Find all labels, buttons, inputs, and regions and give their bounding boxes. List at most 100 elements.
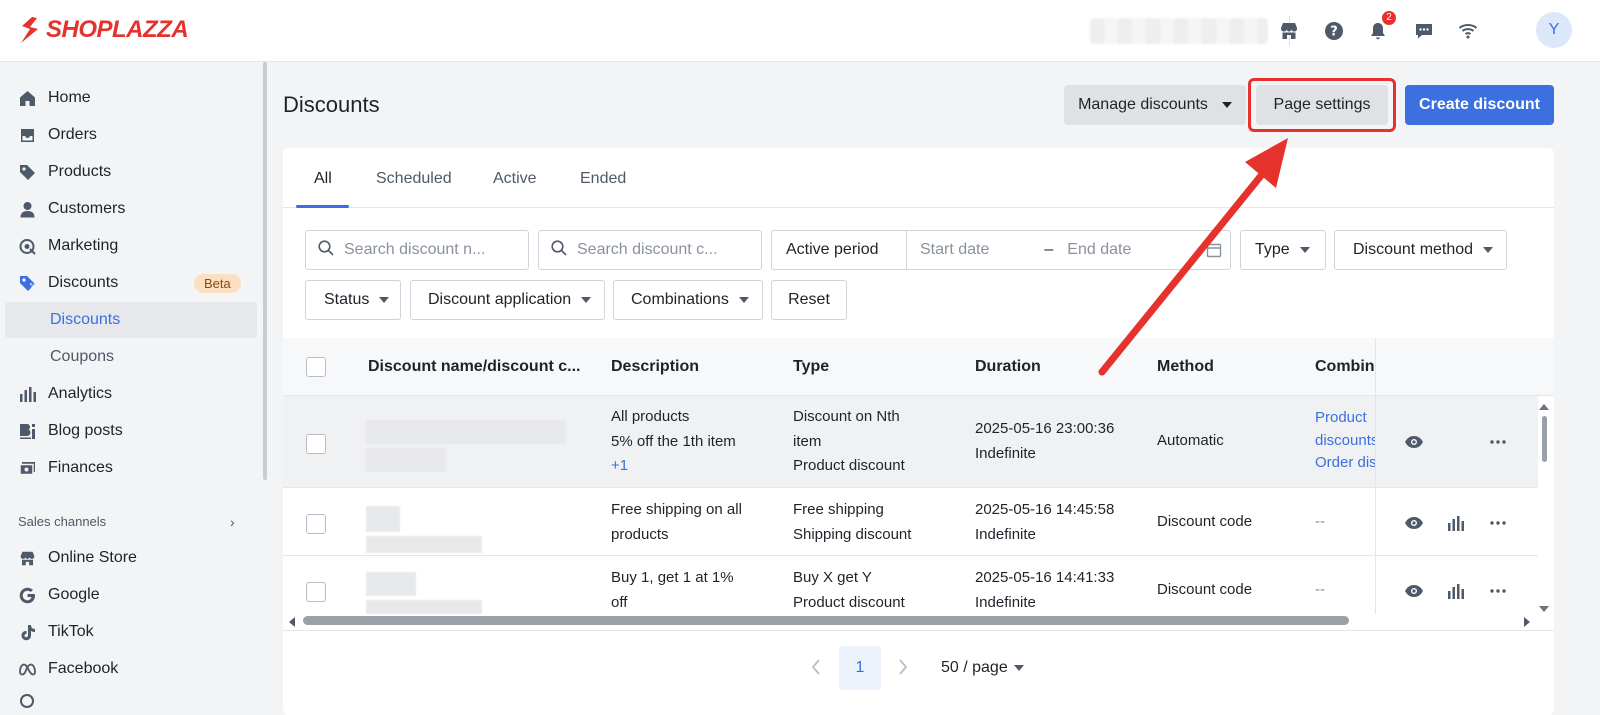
- end-date-input[interactable]: End date: [1067, 241, 1131, 259]
- sidebar-item-label: Marketing: [48, 237, 119, 254]
- manage-discounts-button[interactable]: Manage discounts: [1064, 85, 1246, 125]
- sidebar-item-google[interactable]: Google: [18, 580, 100, 610]
- select-all-checkbox[interactable]: [306, 357, 326, 377]
- create-discount-button[interactable]: Create discount: [1405, 85, 1554, 125]
- user-avatar[interactable]: Y: [1536, 12, 1572, 48]
- discount-tag-icon: %: [18, 274, 36, 292]
- row-checkbox[interactable]: [306, 582, 326, 602]
- shoplazza-logo[interactable]: SHOPLAZZA: [18, 16, 189, 44]
- horizontal-scroll-thumb[interactable]: [303, 616, 1349, 625]
- sidebar-item-home[interactable]: Home: [18, 83, 91, 113]
- column-header-type[interactable]: Type: [793, 358, 829, 376]
- row-checkbox[interactable]: [306, 434, 326, 454]
- sidebar-item-label: Home: [48, 89, 91, 106]
- sales-channels-heading: Sales channels: [18, 514, 107, 529]
- view-eye-icon[interactable]: [1404, 513, 1424, 533]
- page-size-label: 50 / page: [941, 659, 1008, 676]
- chevron-right-icon[interactable]: ›: [230, 514, 235, 530]
- google-icon: [18, 586, 36, 604]
- row-combinations: --: [1315, 581, 1325, 598]
- analytics-bar-icon[interactable]: [1446, 513, 1466, 533]
- prev-page-icon[interactable]: [811, 659, 821, 680]
- scroll-down-arrow-icon[interactable]: [1538, 600, 1550, 617]
- sidebar-item-discounts[interactable]: % Discounts: [18, 268, 118, 298]
- combinations-filter[interactable]: Combinations: [613, 280, 763, 320]
- row-checkbox[interactable]: [306, 514, 326, 534]
- tab-ended[interactable]: Ended: [580, 170, 626, 188]
- tab-scheduled[interactable]: Scheduled: [376, 170, 452, 188]
- blurred-discount-name: [366, 572, 416, 596]
- status-filter[interactable]: Status: [305, 280, 401, 320]
- tab-active[interactable]: Active: [493, 170, 537, 188]
- column-header-method[interactable]: Method: [1157, 358, 1214, 376]
- more-description-link[interactable]: +1: [611, 454, 736, 479]
- reset-button[interactable]: Reset: [771, 280, 847, 320]
- row-duration: 2025-05-16 23:00:36 Indefinite: [975, 420, 1115, 462]
- table-row[interactable]: Buy 1, get 1 at 1% off Buy X get Y Produ…: [283, 556, 1538, 614]
- sidebar-item-orders[interactable]: Orders: [18, 120, 97, 150]
- column-header-combinations[interactable]: Combina: [1315, 358, 1375, 376]
- more-actions-icon[interactable]: [1488, 581, 1508, 601]
- sidebar-item-online-store[interactable]: Online Store: [18, 543, 137, 573]
- sidebar-item-analytics[interactable]: Analytics: [18, 379, 112, 409]
- more-actions-icon[interactable]: [1488, 432, 1508, 452]
- active-period-filter[interactable]: Active period Start date – End date: [771, 230, 1231, 270]
- sidebar-subitem-discounts[interactable]: Discounts: [5, 302, 257, 338]
- blurred-discount-name: [366, 420, 566, 444]
- view-eye-icon[interactable]: [1404, 581, 1424, 601]
- home-icon: [18, 89, 36, 107]
- start-date-input[interactable]: Start date: [920, 241, 989, 259]
- discount-application-filter[interactable]: Discount application: [410, 280, 605, 320]
- sidebar-item-facebook[interactable]: Facebook: [18, 654, 118, 684]
- page-size-select[interactable]: 50 / page: [941, 659, 1024, 677]
- column-header-name[interactable]: Discount name/discount c...: [368, 358, 580, 376]
- store-icon[interactable]: [1277, 19, 1301, 43]
- table-row[interactable]: Free shipping on all products Free shipp…: [283, 488, 1538, 556]
- finance-icon: [18, 459, 36, 477]
- tab-all[interactable]: All: [314, 170, 332, 188]
- sidebar-scrollbar[interactable]: [263, 62, 267, 480]
- search-discount-name-input[interactable]: Search discount n...: [305, 230, 529, 270]
- current-page-button[interactable]: 1: [839, 646, 881, 690]
- help-icon[interactable]: ?: [1322, 19, 1346, 43]
- wifi-icon[interactable]: [1456, 19, 1480, 43]
- column-header-description[interactable]: Description: [611, 358, 699, 376]
- column-header-duration[interactable]: Duration: [975, 358, 1041, 376]
- vertical-scroll-thumb[interactable]: [1542, 416, 1547, 462]
- sidebar-item-products[interactable]: Products: [18, 157, 111, 187]
- notification-badge: 2: [1382, 11, 1396, 25]
- storefront-icon: [18, 549, 36, 567]
- annotation-highlight-box: [1248, 78, 1396, 132]
- sidebar-subitem-coupons[interactable]: Coupons: [50, 342, 114, 372]
- chat-icon[interactable]: [1412, 19, 1436, 43]
- sidebar-item-blog-posts[interactable]: Blog posts: [18, 416, 123, 446]
- row-type: Buy X get Y Product discount: [793, 569, 905, 611]
- sidebar-item-marketing[interactable]: Marketing: [18, 231, 118, 261]
- table-row[interactable]: All products 5% off the 1th item +1 Disc…: [283, 396, 1538, 488]
- meta-icon: [18, 660, 36, 678]
- view-eye-icon[interactable]: [1404, 432, 1424, 452]
- notification-bell-icon[interactable]: 2: [1366, 11, 1396, 43]
- caret-down-icon: [1483, 247, 1494, 253]
- search-code-placeholder: Search discount c...: [577, 241, 718, 258]
- sidebar-item-tiktok[interactable]: TikTok: [18, 617, 94, 647]
- blog-icon: [18, 422, 36, 440]
- blurred-discount-name: [366, 536, 482, 553]
- calendar-icon[interactable]: [1206, 242, 1222, 263]
- sidebar-item-customers[interactable]: Customers: [18, 194, 125, 224]
- next-page-icon[interactable]: [898, 659, 908, 680]
- discounts-card: All Scheduled Active Ended Search discou…: [283, 148, 1554, 715]
- sidebar-item-finances[interactable]: Finances: [18, 453, 113, 483]
- sidebar-item-label: Discounts: [48, 274, 119, 291]
- analytics-bar-icon[interactable]: [1446, 581, 1466, 601]
- scroll-up-arrow-icon[interactable]: [1538, 398, 1550, 415]
- discount-method-filter[interactable]: Discount method: [1334, 230, 1507, 270]
- search-discount-code-input[interactable]: Search discount c...: [538, 230, 762, 270]
- caret-down-icon: [379, 297, 390, 303]
- inbox-icon: [18, 126, 36, 144]
- row-combinations[interactable]: Product discounts Order dis: [1315, 407, 1375, 475]
- more-actions-icon[interactable]: [1488, 513, 1508, 533]
- store-name-blurred[interactable]: [1090, 18, 1268, 44]
- type-filter[interactable]: Type: [1240, 230, 1326, 270]
- caret-down-icon: [1299, 247, 1310, 253]
